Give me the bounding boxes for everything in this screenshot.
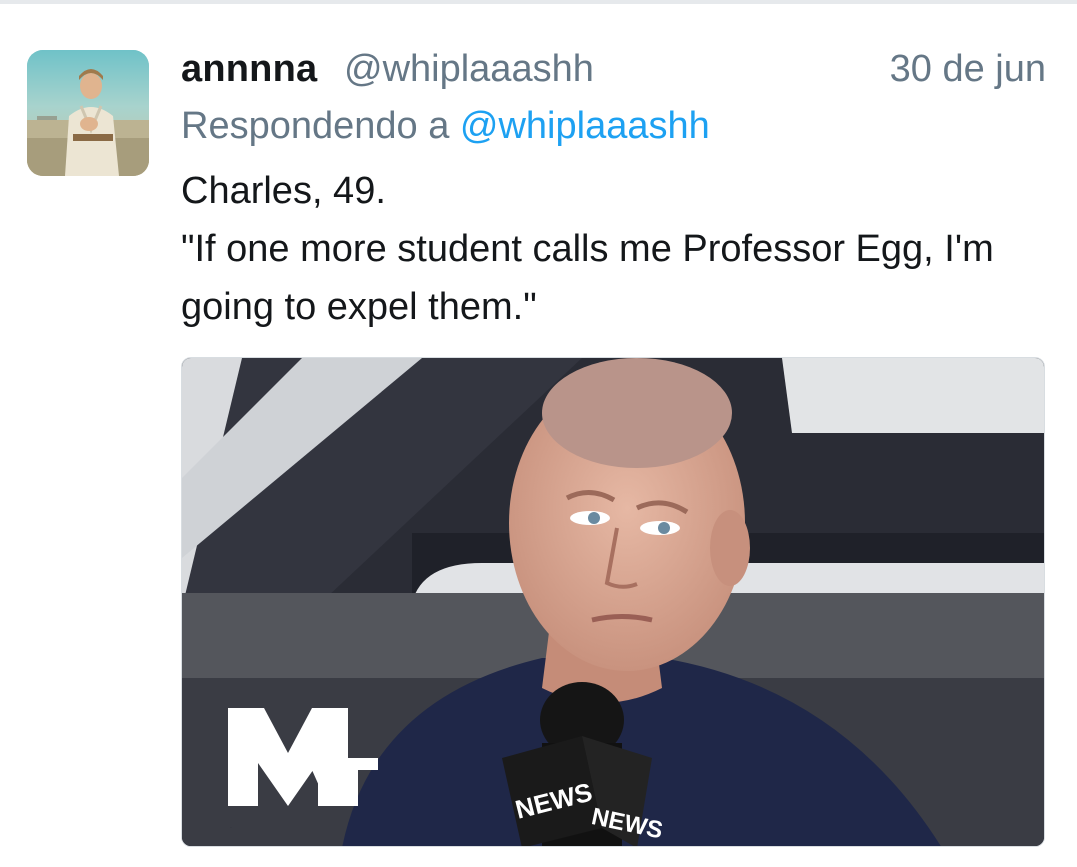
user-avatar[interactable]: [27, 50, 149, 176]
tweet-card[interactable]: annnna @whiplaaashh 30 de jun Respondend…: [0, 4, 1077, 867]
video-thumbnail: NEWS NEWS MTV: [182, 358, 1044, 846]
tweet-timestamp[interactable]: 30 de jun: [890, 48, 1046, 91]
reply-context: Respondendo a @whiplaaashh: [181, 105, 710, 148]
tweet-text-line: "If one more student calls me Professor …: [181, 228, 994, 328]
reply-prefix: Respondendo a: [181, 105, 460, 147]
logo-text: MTV: [230, 827, 232, 829]
avatar-image: [27, 50, 149, 176]
tweet-media[interactable]: NEWS NEWS MTV: [181, 357, 1045, 847]
user-handle[interactable]: @whiplaaashh: [344, 48, 594, 91]
tweet-text: Charles, 49. "If one more student calls …: [181, 162, 1021, 336]
display-name[interactable]: annnna: [181, 48, 317, 91]
tweet-text-line: Charles, 49.: [181, 170, 386, 212]
reply-to-link[interactable]: @whiplaaashh: [460, 105, 710, 147]
tweet-header: annnna @whiplaaashh 30 de jun: [181, 48, 1046, 98]
